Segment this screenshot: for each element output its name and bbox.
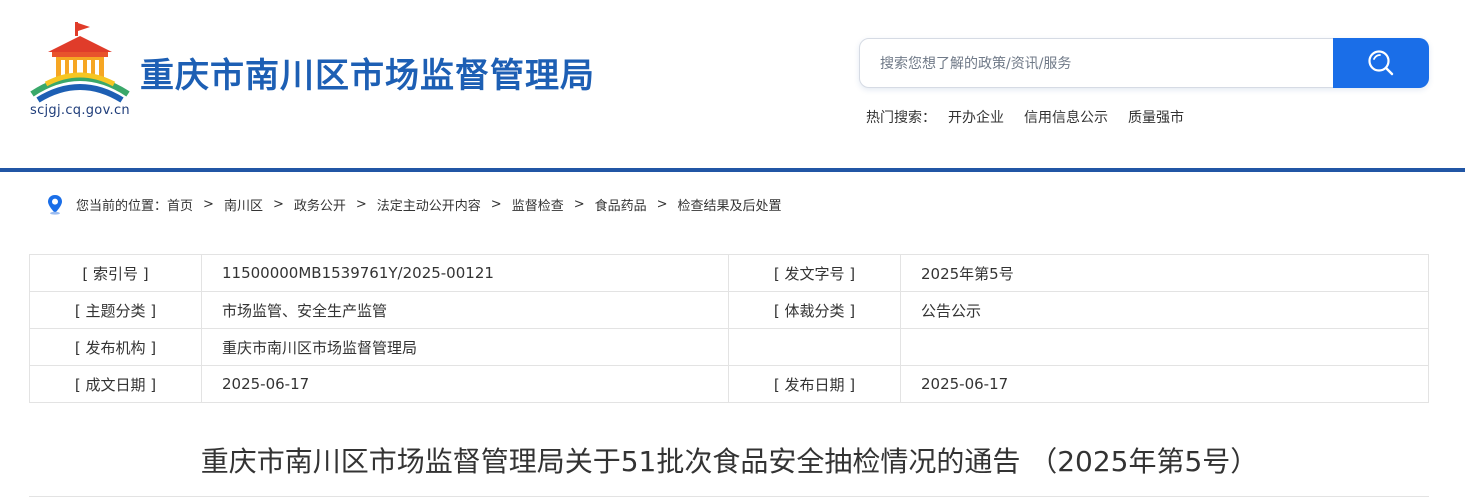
info-value: 市场监管、安全生产监管 — [201, 291, 729, 329]
breadcrumb-separator: > — [355, 196, 367, 212]
breadcrumb-item[interactable]: 检查结果及后处置 — [678, 195, 782, 214]
breadcrumb-item[interactable]: 食品药品 — [595, 195, 647, 214]
info-value: 2025-06-17 — [201, 365, 729, 403]
hot-search-link[interactable]: 开办企业 — [948, 107, 1004, 127]
search-icon — [1368, 50, 1394, 76]
table-row: [ 主题分类 ] 市场监管、安全生产监管 [ 体裁分类 ] 公告公示 — [29, 291, 1429, 329]
info-value: 公告公示 — [900, 291, 1429, 329]
location-pin-icon — [48, 195, 62, 215]
info-value: 2025-06-17 — [900, 365, 1429, 403]
info-value: 重庆市南川区市场监督管理局 — [201, 328, 729, 366]
breadcrumb-separator: > — [272, 196, 284, 212]
info-label — [728, 328, 901, 366]
hot-search: 热门搜索： 开办企业 信用信息公示 质量强市 — [866, 107, 1204, 127]
logo-domain-text: scjgj.cq.gov.cn — [30, 103, 130, 118]
info-label: [ 发文字号 ] — [728, 254, 901, 292]
info-label: [ 索引号 ] — [29, 254, 202, 292]
title-underline — [29, 496, 1429, 497]
breadcrumb-item[interactable]: 首页 — [167, 195, 193, 214]
search-input[interactable] — [880, 52, 1320, 76]
info-label: [ 发布机构 ] — [29, 328, 202, 366]
table-row: [ 成文日期 ] 2025-06-17 [ 发布日期 ] 2025-06-17 — [29, 365, 1429, 403]
breadcrumb-item[interactable]: 监督检查 — [512, 195, 564, 214]
logo-emblem-icon[interactable] — [28, 22, 132, 104]
article-title-text: 重庆市南川区市场监督管理局关于51批次食品安全抽检情况的通告 （2025年第5号… — [200, 445, 1259, 478]
search-button[interactable] — [1333, 38, 1429, 88]
document-info-table: [ 索引号 ] 11500000MB1539761Y/2025-00121 [ … — [29, 254, 1429, 403]
info-label: [ 成文日期 ] — [29, 365, 202, 403]
info-value: 2025年第5号 — [900, 254, 1429, 292]
search-box — [859, 38, 1429, 88]
info-label: [ 发布日期 ] — [728, 365, 901, 403]
site-header: scjgj.cq.gov.cn 重庆市南川区市场监督管理局 热门搜索： 开办企业… — [0, 0, 1465, 168]
breadcrumb: 您当前的位置： 首页 > 南川区 > 政务公开 > 法定主动公开内容 > 监督检… — [44, 193, 782, 215]
hot-search-link[interactable]: 质量强市 — [1128, 107, 1184, 127]
breadcrumb-prefix: 您当前的位置： — [76, 198, 168, 214]
info-value — [900, 328, 1429, 366]
breadcrumb-separator: > — [490, 196, 502, 212]
breadcrumb-item[interactable]: 法定主动公开内容 — [377, 195, 481, 214]
breadcrumb-item[interactable]: 政务公开 — [294, 195, 346, 214]
info-label: [ 主题分类 ] — [29, 291, 202, 329]
hot-search-link[interactable]: 信用信息公示 — [1024, 107, 1108, 127]
info-label: [ 体裁分类 ] — [728, 291, 901, 329]
breadcrumb-item[interactable]: 南川区 — [224, 195, 263, 214]
site-title[interactable]: 重庆市南川区市场监督管理局 — [140, 48, 595, 97]
breadcrumb-separator: > — [656, 196, 668, 212]
article-title: 重庆市南川区市场监督管理局关于51批次食品安全抽检情况的通告 （2025年第5号… — [0, 440, 1465, 480]
table-row: [ 索引号 ] 11500000MB1539761Y/2025-00121 [ … — [29, 254, 1429, 292]
breadcrumb-separator: > — [203, 196, 214, 212]
hot-search-label: 热门搜索： — [866, 110, 936, 126]
table-row: [ 发布机构 ] 重庆市南川区市场监督管理局 — [29, 328, 1429, 366]
breadcrumb-separator: > — [573, 196, 585, 212]
header-divider — [0, 168, 1465, 172]
info-value: 11500000MB1539761Y/2025-00121 — [201, 254, 729, 292]
